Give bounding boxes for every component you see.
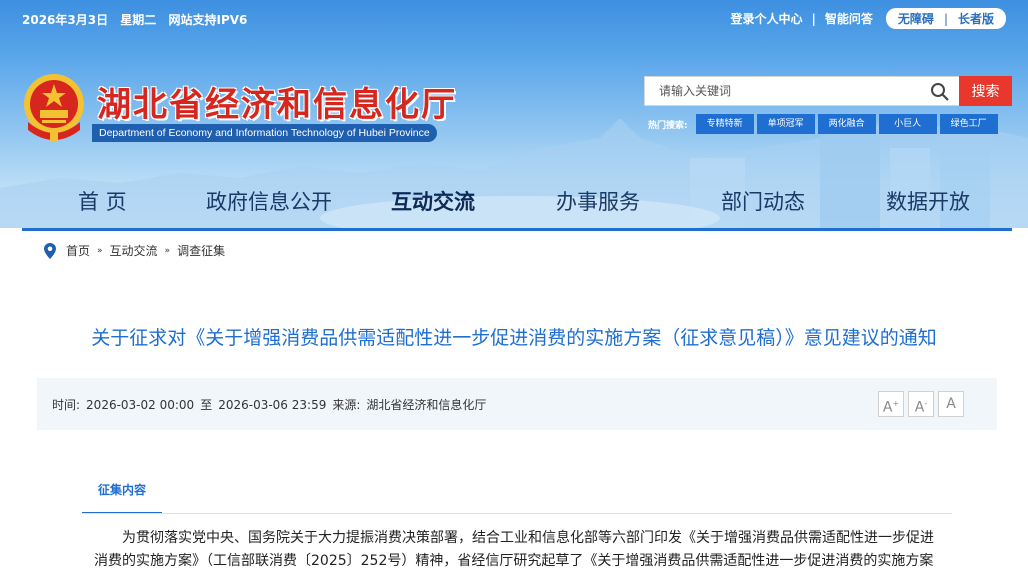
site-subtitle: Department of Economy and Information Te… — [92, 124, 437, 142]
search-box: 搜索 — [644, 76, 1012, 106]
hot-tag[interactable]: 绿色工厂 — [939, 114, 998, 134]
hot-tag[interactable]: 专精特新 — [695, 114, 754, 134]
current-date: 2026年3月3日 — [22, 13, 109, 27]
article-title: 关于征求对《关于增强消费品供需适配性进一步促进消费的实施方案（征求意见稿）》意见… — [91, 327, 937, 349]
article-paragraph: 为贯彻落实党中央、国务院关于大力提振消费决策部署，结合工业和信息化部等六部门印发… — [94, 530, 934, 569]
tab-divider — [82, 513, 952, 514]
login-link[interactable]: 登录个人中心 — [731, 10, 803, 27]
font-increase-button[interactable]: A+ — [878, 391, 904, 417]
current-weekday: 星期二 — [120, 13, 157, 27]
national-emblem-icon — [24, 74, 84, 141]
hot-tag[interactable]: 小巨人 — [878, 114, 937, 134]
hot-search: 热门搜索: 专精特新 单项冠军 两化融合 小巨人 绿色工厂 — [648, 114, 1001, 134]
nav-gov-info[interactable]: 政府信息公开 — [206, 186, 332, 216]
elder-mode-link[interactable]: 长者版 — [958, 10, 994, 27]
time-start: 2026-03-02 00:00 — [86, 398, 195, 412]
location-pin-icon — [44, 242, 56, 259]
tab-collect-content[interactable]: 征集内容 — [82, 470, 162, 514]
font-reset-button[interactable]: A — [938, 391, 964, 417]
site-title[interactable]: 湖北省经济和信息化厅 — [97, 77, 457, 126]
ipv6-notice: 网站支持IPV6 — [168, 13, 248, 27]
accessible-mode-link[interactable]: 无障碍 — [898, 10, 934, 27]
breadcrumb-home[interactable]: 首页 — [66, 242, 90, 259]
breadcrumb-interaction[interactable]: 互动交流 — [110, 242, 158, 259]
date-info: 2026年3月3日 星期二 网站支持IPV6 — [22, 11, 255, 28]
divider: | — [811, 11, 816, 26]
chevron-right-icon: » — [97, 245, 103, 256]
time-label: 时间: — [52, 398, 81, 412]
article-meta: 时间: 2026-03-02 00:00 至 2026-03-06 23:59 来源: 湖… — [37, 378, 997, 430]
hot-tag[interactable]: 单项冠军 — [756, 114, 815, 134]
search-icon[interactable] — [930, 82, 950, 102]
top-bar: 2026年3月3日 星期二 网站支持IPV6 登录个人中心 | 智能问答 无障碍… — [0, 0, 1028, 36]
hot-tag[interactable]: 两化融合 — [817, 114, 876, 134]
nav-services[interactable]: 办事服务 — [556, 186, 640, 216]
time-to: 至 — [200, 398, 213, 412]
breadcrumb-survey[interactable]: 调查征集 — [177, 242, 225, 259]
search-button[interactable]: 搜索 — [959, 76, 1012, 106]
chevron-right-icon: » — [164, 245, 171, 256]
accessibility-group: 无障碍 | 长者版 — [885, 8, 1006, 29]
source-label: 来源: — [332, 398, 361, 412]
nav-dept-news[interactable]: 部门动态 — [721, 186, 805, 216]
hot-search-label: 热门搜索: — [648, 120, 688, 131]
nav-open-data[interactable]: 数据开放 — [886, 186, 970, 216]
qa-link[interactable]: 智能问答 — [825, 10, 873, 27]
time-end: 2026-03-06 23:59 — [218, 398, 327, 412]
font-decrease-button[interactable]: A- — [908, 391, 934, 417]
source-value: 湖北省经济和信息化厅 — [366, 398, 487, 412]
breadcrumb: 首页 » 互动交流 » 调查征集 — [44, 242, 225, 259]
main-nav: 首 页 政府信息公开 互动交流 办事服务 部门动态 数据开放 — [0, 180, 1028, 224]
divider: | — [943, 11, 948, 26]
search-input[interactable] — [644, 76, 959, 106]
meta-info: 时间: 2026-03-02 00:00 至 2026-03-06 23:59 来源: 湖… — [52, 396, 492, 413]
top-links: 登录个人中心 | 智能问答 无障碍 | 长者版 — [728, 8, 1006, 29]
nav-home[interactable]: 首 页 — [78, 186, 127, 216]
nav-interaction[interactable]: 互动交流 — [391, 186, 475, 216]
